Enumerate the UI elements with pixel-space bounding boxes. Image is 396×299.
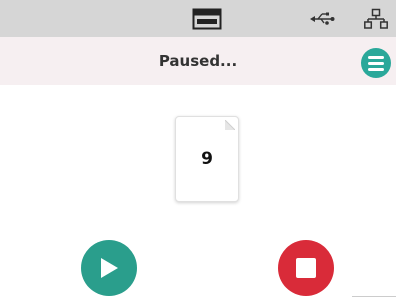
page-count: 9 — [201, 149, 213, 169]
play-icon — [101, 258, 118, 278]
window-icon — [190, 0, 224, 37]
network-icon — [362, 0, 390, 37]
stop-icon — [296, 258, 316, 278]
divider — [352, 296, 396, 297]
menu-line — [368, 55, 384, 59]
header-bar: Paused... — [0, 37, 396, 85]
hamburger-menu-button[interactable] — [361, 48, 391, 78]
menu-line — [368, 61, 384, 65]
status-title: Paused... — [158, 52, 238, 70]
menu-line — [368, 67, 384, 71]
job-page-card: 9 — [175, 116, 239, 202]
stop-button[interactable] — [278, 240, 334, 296]
play-button[interactable] — [81, 240, 137, 296]
status-bar — [0, 0, 396, 37]
usb-icon — [308, 0, 336, 37]
